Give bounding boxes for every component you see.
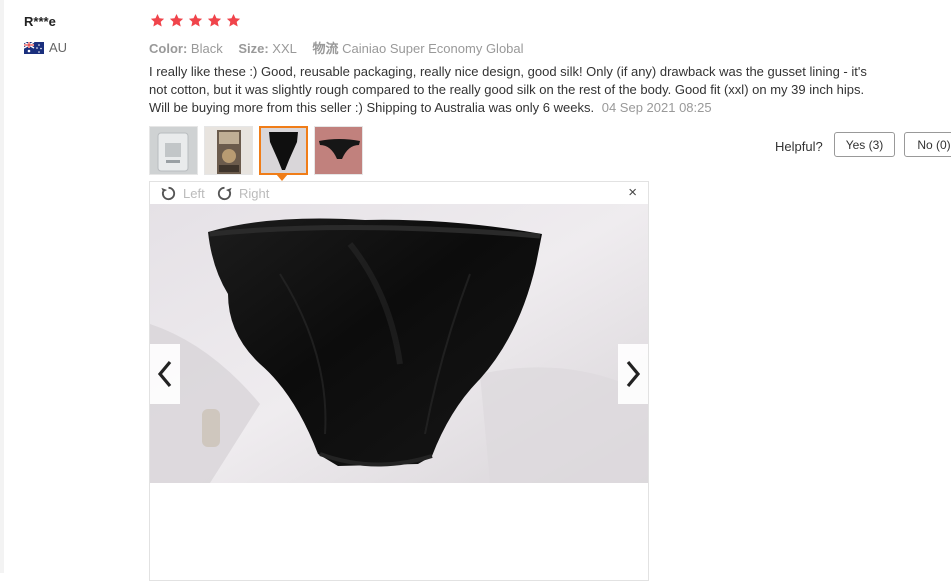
left-divider [0, 0, 4, 573]
shipping-key: 物流 [312, 41, 339, 56]
order-attributes: Color: Black Size: XXL 物流 Cainiao Super … [149, 38, 536, 57]
rotate-left-button[interactable]: Left [160, 185, 205, 202]
helpful-yes-button[interactable]: Yes (3) [834, 132, 895, 157]
australia-flag-icon [24, 41, 44, 54]
previous-image-button[interactable] [150, 344, 180, 404]
rating-stars [150, 13, 245, 28]
color-value: Black [190, 41, 223, 56]
helpful-label: Helpful? [775, 139, 823, 154]
image-viewer: Left Right × [149, 181, 649, 581]
review-body: I really like these :) Good, reusable pa… [149, 63, 874, 118]
viewer-toolbar: Left Right × [150, 182, 648, 204]
black-underwear-photo-icon [261, 128, 306, 173]
rotate-right-label: Right [239, 186, 270, 201]
active-thumbnail-caret [276, 174, 288, 181]
star-icon [188, 13, 203, 27]
packaging-photo-icon [150, 127, 197, 174]
thumbnail-packaging-open[interactable] [204, 126, 253, 175]
review-thumbnails [149, 126, 369, 175]
star-icon [150, 13, 165, 27]
review-text: I really like these :) Good, reusable pa… [149, 64, 867, 116]
star-icon [207, 13, 222, 27]
packaging-open-photo-icon [205, 127, 252, 174]
thumbnail-worn-underwear[interactable] [314, 126, 363, 175]
size-value: XXL [272, 41, 297, 56]
reviewer-name: R***e [24, 14, 56, 29]
thumbnail-packaging[interactable] [149, 126, 198, 175]
shipping-value: Cainiao Super Economy Global [342, 41, 524, 56]
country-code: AU [49, 40, 68, 55]
rotate-left-icon [161, 186, 176, 201]
rotate-left-label: Left [183, 186, 205, 201]
star-icon [226, 13, 241, 27]
size-key: Size: [238, 41, 269, 56]
chevron-right-icon [626, 360, 641, 388]
review-date: 04 Sep 2021 08:25 [601, 100, 712, 116]
close-viewer-button[interactable]: × [628, 185, 637, 201]
next-image-button[interactable] [618, 344, 648, 404]
worn-underwear-photo-icon [315, 127, 362, 174]
helpful-no-button[interactable]: No (0) [904, 132, 951, 157]
reviewer-country: AU [24, 40, 67, 55]
thumbnail-black-underwear[interactable] [259, 126, 308, 175]
rotate-right-button[interactable]: Right [216, 185, 269, 202]
rotate-right-icon [217, 186, 232, 201]
black-underwear-photo-icon [150, 204, 648, 483]
star-icon [169, 13, 184, 27]
review-photo [150, 204, 648, 483]
chevron-left-icon [157, 360, 172, 388]
color-key: Color: [149, 41, 188, 56]
